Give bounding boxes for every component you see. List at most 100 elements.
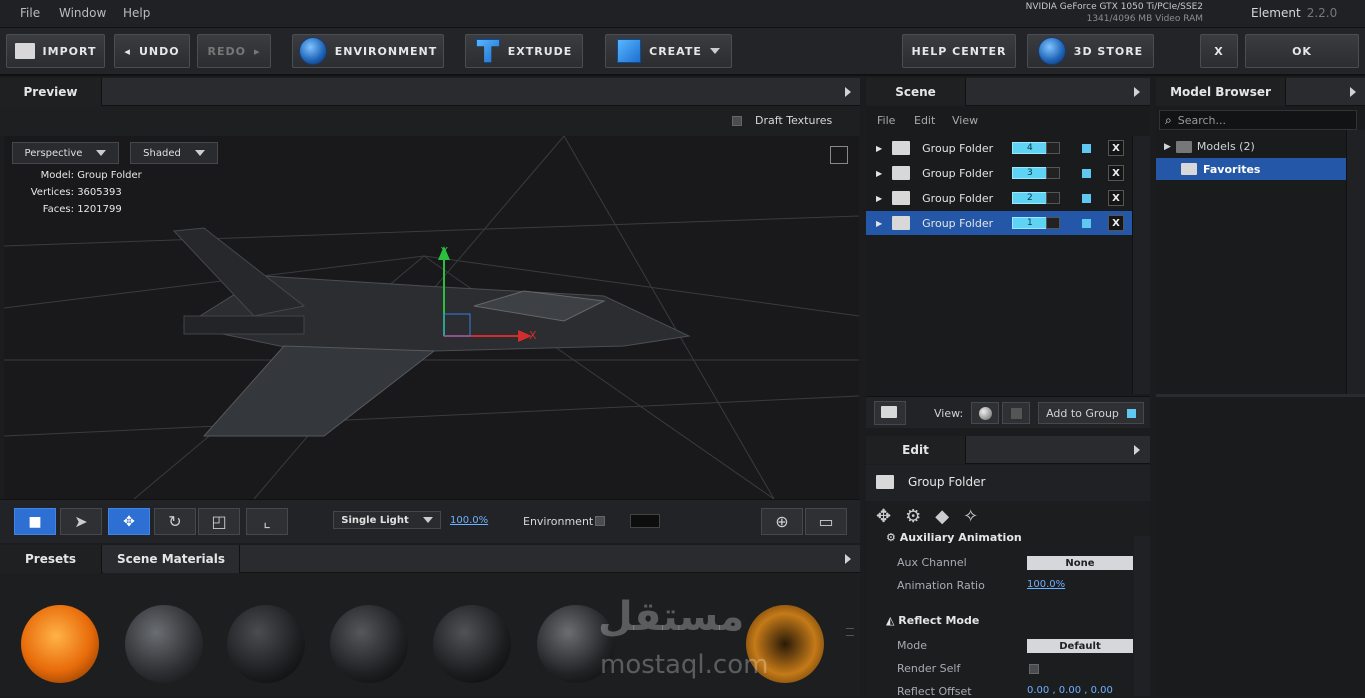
help-center-button[interactable]: HELP CENTER xyxy=(902,34,1016,68)
tab-scene-materials[interactable]: Scene Materials xyxy=(103,545,240,573)
shading-dropdown[interactable]: Shaded xyxy=(130,142,218,164)
stat-key: Vertices: xyxy=(30,187,74,198)
scene-menu-view[interactable]: View xyxy=(952,114,978,127)
panel-arrow-icon[interactable] xyxy=(1134,445,1140,455)
3d-store-button[interactable]: 3D STORE xyxy=(1027,34,1154,68)
light-intensity[interactable]: 100.0% xyxy=(450,515,488,526)
edit-scrollbar[interactable] xyxy=(1134,536,1150,696)
scene-row[interactable]: ▶ Group Folder 4 X xyxy=(866,136,1132,160)
scene-row[interactable]: ▶ Group Folder 3 X xyxy=(866,161,1132,185)
scene-menu-file[interactable]: File xyxy=(877,114,895,127)
delete-icon[interactable]: X xyxy=(1108,215,1124,231)
visibility-toggle[interactable] xyxy=(1082,218,1091,228)
3d-viewport[interactable]: Perspective Shaded Model: Group Folder V… xyxy=(4,136,859,499)
render-button[interactable]: ▭ xyxy=(805,508,847,535)
view-sphere-button[interactable] xyxy=(971,402,999,424)
presets-resize-handle[interactable] xyxy=(846,628,854,636)
tree-item-models[interactable]: ▶ Models (2) xyxy=(1164,140,1255,153)
axis-tool-button[interactable]: ⌞ xyxy=(246,508,288,535)
chevron-down-icon[interactable] xyxy=(1046,142,1060,154)
material-icon[interactable]: ◆ xyxy=(935,506,963,527)
gear-icon: ⚙ xyxy=(886,531,900,544)
new-folder-button[interactable] xyxy=(874,401,906,425)
move-tool-button[interactable]: ✥ xyxy=(108,508,150,535)
expand-arrow-icon[interactable]: ▶ xyxy=(1164,142,1171,152)
tab-preview[interactable]: Preview xyxy=(0,78,102,106)
panel-arrow-icon[interactable] xyxy=(845,87,851,97)
tab-model-browser[interactable]: Model Browser xyxy=(1156,78,1286,106)
browser-header: Model Browser xyxy=(1156,78,1365,106)
expand-icon[interactable] xyxy=(830,146,848,164)
stat-key: Model: xyxy=(40,170,74,181)
delete-icon[interactable]: X xyxy=(1108,140,1124,156)
camera-tool-button[interactable]: ■ xyxy=(14,508,56,535)
material-preset-dark-2[interactable] xyxy=(330,605,408,683)
browser-splitter[interactable] xyxy=(1156,394,1365,397)
visibility-toggle[interactable] xyxy=(1082,143,1091,153)
cursor-icon: ➤ xyxy=(74,512,88,531)
aux-channel-select[interactable]: None xyxy=(1027,556,1133,570)
material-preset-orange[interactable] xyxy=(21,605,99,683)
scene-row-selected[interactable]: ▶ Group Folder 1 X xyxy=(866,211,1132,235)
create-button[interactable]: CREATE xyxy=(605,34,732,68)
model-browser-panel: Model Browser ⌕ Search... ▶ Models (2) Fa… xyxy=(1156,78,1365,696)
expand-arrow-icon[interactable]: ▶ xyxy=(876,169,882,178)
environment-checkbox[interactable] xyxy=(595,516,605,526)
browser-scrollbar[interactable] xyxy=(1346,130,1365,394)
chevron-down-icon[interactable] xyxy=(1046,192,1060,204)
rotate-tool-button[interactable]: ↻ xyxy=(154,508,196,535)
menu-file[interactable]: File xyxy=(20,6,40,20)
scene-scrollbar[interactable] xyxy=(1132,136,1150,394)
camera-dropdown[interactable]: Perspective xyxy=(12,142,119,164)
visibility-toggle[interactable] xyxy=(1082,193,1091,203)
expand-arrow-icon[interactable]: ▶ xyxy=(876,144,882,153)
select-tool-button[interactable]: ➤ xyxy=(60,508,102,535)
focus-button[interactable]: ⊕ xyxy=(761,508,803,535)
undo-button[interactable]: ◂ UNDO xyxy=(114,34,190,68)
import-button[interactable]: IMPORT xyxy=(6,34,105,68)
scene-row[interactable]: ▶ Group Folder 2 X xyxy=(866,186,1132,210)
extrude-button[interactable]: EXTRUDE xyxy=(465,34,583,68)
expand-arrow-icon[interactable]: ▶ xyxy=(876,194,882,203)
light-dropdown[interactable]: Single Light xyxy=(333,511,441,529)
expand-arrow-icon[interactable]: ▶ xyxy=(876,219,882,228)
chevron-down-icon[interactable] xyxy=(1046,167,1060,179)
chevron-down-icon[interactable] xyxy=(1046,217,1060,229)
tab-presets[interactable]: Presets xyxy=(0,545,102,573)
search-input[interactable]: ⌕ Search... xyxy=(1159,110,1357,130)
animation-ratio-value[interactable]: 100.0% xyxy=(1027,579,1065,590)
scale-tool-button[interactable]: ◰ xyxy=(198,508,240,535)
tree-item-favorites[interactable]: Favorites xyxy=(1156,158,1346,180)
tab-edit[interactable]: Edit xyxy=(866,436,966,464)
cancel-button[interactable]: X xyxy=(1200,34,1238,68)
menu-help[interactable]: Help xyxy=(123,6,150,20)
pivot-icon[interactable]: ✧ xyxy=(963,506,992,527)
gears-icon[interactable]: ⚙ xyxy=(905,506,935,527)
delete-icon[interactable]: X xyxy=(1108,165,1124,181)
reflect-section-header[interactable]: ◭ Reflect Mode xyxy=(886,614,979,627)
panel-arrow-icon[interactable] xyxy=(1350,87,1356,97)
scene-menu-edit[interactable]: Edit xyxy=(914,114,935,127)
render-self-checkbox[interactable] xyxy=(1029,664,1039,674)
add-folder-icon xyxy=(881,406,897,418)
environment-color-swatch[interactable] xyxy=(630,514,660,528)
panel-arrow-icon[interactable] xyxy=(845,554,851,564)
ok-button[interactable]: OK xyxy=(1245,34,1359,68)
material-preset-metal[interactable] xyxy=(125,605,203,683)
visibility-toggle[interactable] xyxy=(1082,168,1091,178)
draft-textures-checkbox[interactable] xyxy=(732,116,742,126)
tab-scene[interactable]: Scene xyxy=(866,78,966,106)
material-preset-dark-1[interactable] xyxy=(227,605,305,683)
view-cubes-button[interactable] xyxy=(1002,402,1030,424)
panel-arrow-icon[interactable] xyxy=(1134,87,1140,97)
menu-window[interactable]: Window xyxy=(59,6,106,20)
redo-button[interactable]: REDO ▸ xyxy=(197,34,271,68)
mode-select[interactable]: Default xyxy=(1027,639,1133,653)
environment-button[interactable]: ENVIRONMENT xyxy=(292,34,444,68)
move-icon[interactable]: ✥ xyxy=(876,506,905,527)
reflect-offset-value[interactable]: 0.00 , 0.00 , 0.00 xyxy=(1027,685,1113,696)
delete-icon[interactable]: X xyxy=(1108,190,1124,206)
add-to-group-button[interactable]: Add to Group xyxy=(1038,402,1144,424)
material-preset-dark-3[interactable] xyxy=(433,605,511,683)
aux-section-header[interactable]: ⚙ Auxiliary Animation xyxy=(886,531,1022,544)
